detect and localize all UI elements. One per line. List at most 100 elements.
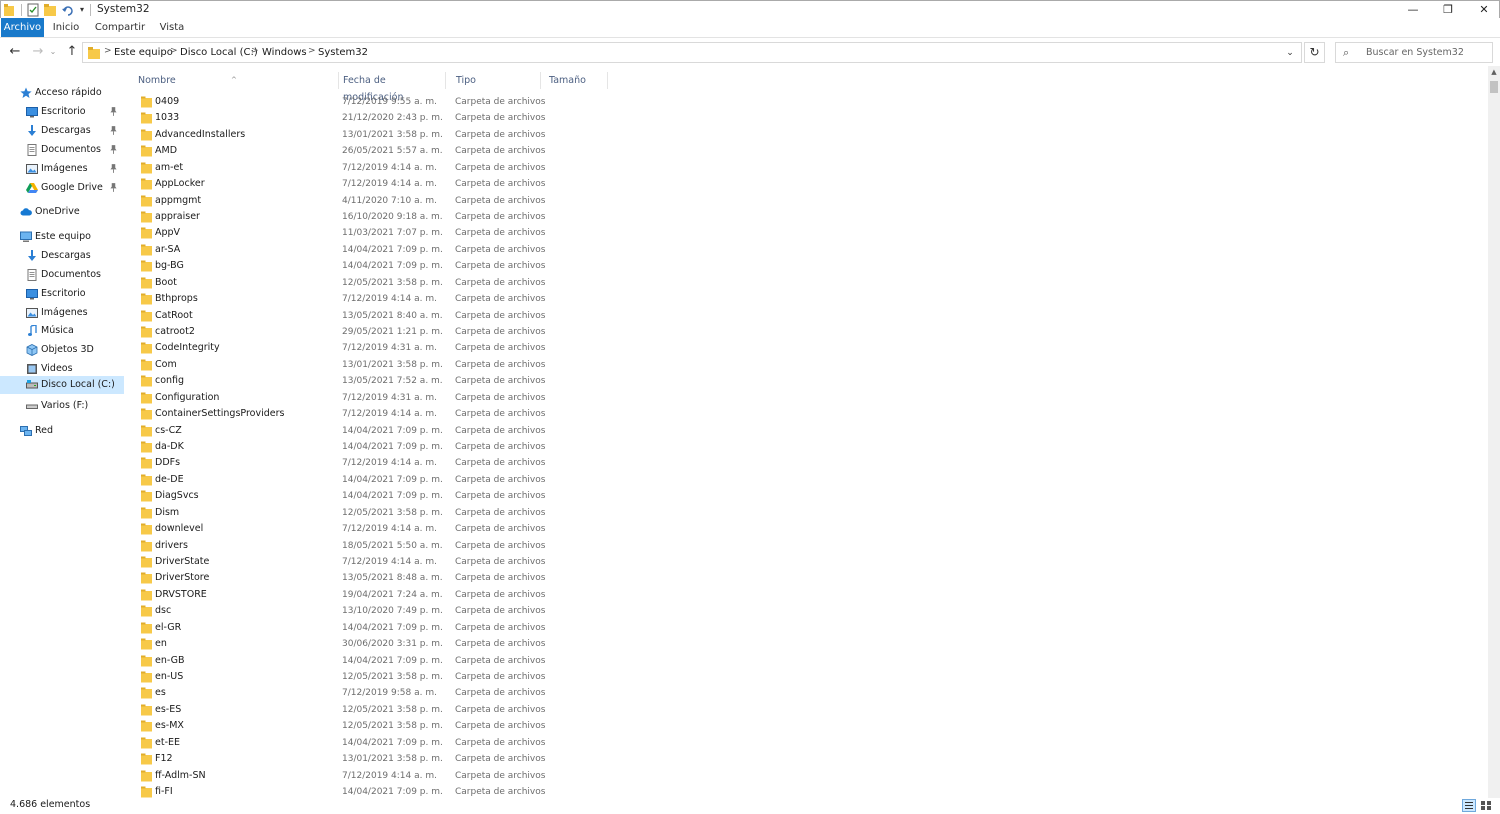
sidebar-item-descargas[interactable]: Descargas <box>0 122 124 140</box>
file-name: dsc <box>155 605 172 617</box>
scrollbar-thumb[interactable] <box>1490 81 1498 93</box>
sidebar-item-imágenes[interactable]: Imágenes <box>0 160 124 178</box>
sidebar-item-escritorio[interactable]: Escritorio <box>0 103 124 121</box>
breadcrumb-disco-local[interactable]: Disco Local (C:) <box>180 47 258 58</box>
table-row[interactable]: de-DE 14/04/2021 7:09 p. m. Carpeta de arc… <box>128 472 828 488</box>
sidebar-item-imágenes[interactable]: Imágenes <box>0 304 124 322</box>
sidebar-item-red[interactable]: Red <box>0 422 124 440</box>
table-row[interactable]: DriverState 7/12/2019 4:14 a. m. Carpeta d… <box>128 554 828 570</box>
table-row[interactable]: Configuration 7/12/2019 4:31 a. m. Carpeta… <box>128 390 828 406</box>
address-bar[interactable]: > Este equipo > Disco Local (C:) > Windo… <box>82 42 1302 63</box>
table-row[interactable]: Boot 12/05/2021 3:58 p. m. Carpeta de arch… <box>128 275 828 291</box>
close-button[interactable]: ✕ <box>1466 1 1500 19</box>
table-row[interactable]: appraiser 16/10/2020 9:18 a. m. Carpeta de… <box>128 209 828 225</box>
table-row[interactable]: et-EE 14/04/2021 7:09 p. m. Carpeta de arc… <box>128 735 828 751</box>
table-row[interactable]: Com 13/01/2021 3:58 p. m. Carpeta de archi… <box>128 357 828 373</box>
table-row[interactable]: en-US 12/05/2021 3:58 p. m. Carpeta de arc… <box>128 669 828 685</box>
table-row[interactable]: ff-Adlm-SN 7/12/2019 4:14 a. m. Carpeta de… <box>128 768 828 784</box>
breadcrumb-windows[interactable]: Windows <box>262 47 307 58</box>
column-header-type[interactable]: Tipo <box>446 72 540 89</box>
table-row[interactable]: ar-SA 14/04/2021 7:09 p. m. Carpeta de arc… <box>128 242 828 258</box>
forward-button[interactable]: → <box>29 43 47 61</box>
new-folder-icon[interactable] <box>44 3 56 17</box>
table-row[interactable]: config 13/05/2021 7:52 a. m. Carpeta de ar… <box>128 373 828 389</box>
maximize-button[interactable]: ❐ <box>1430 1 1466 19</box>
table-row[interactable]: downlevel 7/12/2019 4:14 a. m. Carpeta de … <box>128 521 828 537</box>
up-button[interactable]: ↑ <box>63 43 81 61</box>
pin-icon[interactable] <box>110 141 117 161</box>
table-row[interactable]: F12 13/01/2021 3:58 p. m. Carpeta de archi… <box>128 751 828 767</box>
search-input[interactable] <box>1366 45 1490 60</box>
chevron-down-icon[interactable]: ⌄ <box>1281 44 1299 62</box>
back-button[interactable]: ← <box>6 43 24 61</box>
table-row[interactable]: AppLocker 7/12/2019 4:14 a. m. Carpeta de … <box>128 176 828 192</box>
sidebar-item-google-drive[interactable]: Google Drive <box>0 179 124 197</box>
table-row[interactable]: ContainerSettingsProviders 7/12/2019 4:14… <box>128 406 828 422</box>
table-row[interactable]: AdvancedInstallers 13/01/2021 3:58 p. m. C… <box>128 127 828 143</box>
table-row[interactable]: 0409 7/12/2019 9:55 a. m. Carpeta de archi… <box>128 94 828 110</box>
table-row[interactable]: el-GR 14/04/2021 7:09 p. m. Carpeta de arc… <box>128 620 828 636</box>
table-row[interactable]: DriverStore 13/05/2021 8:48 a. m. Carpeta … <box>128 570 828 586</box>
sidebar-item-disco-local-c[interactable]: Disco Local (C:) <box>0 376 124 394</box>
table-row[interactable]: DRVSTORE 19/04/2021 7:24 a. m. Carpeta de … <box>128 587 828 603</box>
table-row[interactable]: am-et 7/12/2019 4:14 a. m. Carpeta de arch… <box>128 160 828 176</box>
table-row[interactable]: DiagSvcs 14/04/2021 7:09 p. m. Carpeta de … <box>128 488 828 504</box>
undo-icon[interactable] <box>62 3 74 17</box>
breadcrumb-este-equipo[interactable]: Este equipo <box>114 47 173 58</box>
table-row[interactable]: es-ES 12/05/2021 3:58 p. m. Carpeta de arc… <box>128 702 828 718</box>
table-row[interactable]: Bthprops 7/12/2019 4:14 a. m. Carpeta de a… <box>128 291 828 307</box>
table-row[interactable]: es-MX 12/05/2021 3:58 p. m. Carpeta de arc… <box>128 718 828 734</box>
sidebar-item-este-equipo[interactable]: Este equipo <box>0 228 124 246</box>
column-header-name[interactable]: Nombre ^ <box>128 72 338 89</box>
minimize-button[interactable]: — <box>1395 1 1431 19</box>
table-row[interactable]: AMD 26/05/2021 5:57 a. m. Carpeta de archi… <box>128 143 828 159</box>
large-icons-view-icon[interactable] <box>1479 799 1493 812</box>
sidebar-item-acceso-rápido[interactable]: Acceso rápido <box>0 84 124 102</box>
table-row[interactable]: bg-BG 14/04/2021 7:09 p. m. Carpeta de arc… <box>128 258 828 274</box>
table-row[interactable]: en-GB 14/04/2021 7:09 p. m. Carpeta de arc… <box>128 653 828 669</box>
sidebar-item-descargas[interactable]: Descargas <box>0 247 124 265</box>
table-row[interactable]: cs-CZ 14/04/2021 7:09 p. m. Carpeta de arc… <box>128 423 828 439</box>
pin-icon[interactable] <box>110 179 117 199</box>
customize-toolbar-icon[interactable]: ▾ <box>78 3 86 17</box>
tab-vista[interactable]: Vista <box>154 18 190 37</box>
column-divider[interactable] <box>607 72 608 89</box>
table-row[interactable]: Dism 12/05/2021 3:58 p. m. Carpeta de arch… <box>128 505 828 521</box>
pin-icon[interactable] <box>110 103 117 123</box>
scroll-up-icon[interactable]: ▲ <box>1488 66 1500 78</box>
breadcrumb-system32[interactable]: System32 <box>318 47 368 58</box>
sidebar-item-escritorio[interactable]: Escritorio <box>0 285 124 303</box>
refresh-button[interactable]: ↻ <box>1304 42 1325 63</box>
sidebar-item-música[interactable]: Música <box>0 322 124 340</box>
table-row[interactable]: AppV 11/03/2021 7:07 p. m. Carpeta de arch… <box>128 225 828 241</box>
sidebar-item-objetos-3d[interactable]: Objetos 3D <box>0 341 124 359</box>
table-row[interactable]: da-DK 14/04/2021 7:09 p. m. Carpeta de arc… <box>128 439 828 455</box>
table-row[interactable]: dsc 13/10/2020 7:49 p. m. Carpeta de archi… <box>128 603 828 619</box>
table-row[interactable]: catroot2 29/05/2021 1:21 p. m. Carpeta de … <box>128 324 828 340</box>
details-view-icon[interactable] <box>1462 799 1476 812</box>
tab-compartir[interactable]: Compartir <box>92 18 148 37</box>
pin-icon[interactable] <box>110 122 117 142</box>
file-name: am-et <box>155 161 184 173</box>
column-header-size[interactable]: Tamaño <box>539 72 607 89</box>
properties-icon[interactable] <box>27 3 39 17</box>
table-row[interactable]: CodeIntegrity 7/12/2019 4:31 a. m. Carpeta… <box>128 340 828 356</box>
table-row[interactable]: es 7/12/2019 9:58 a. m. Carpeta de archivo… <box>128 685 828 701</box>
column-header-date[interactable]: Fecha de modificación <box>333 72 445 103</box>
tab-archivo[interactable]: Archivo <box>1 18 44 37</box>
table-row[interactable]: DDFs 7/12/2019 4:14 a. m. Carpeta de archi… <box>128 455 828 471</box>
sidebar-item-onedrive[interactable]: OneDrive <box>0 203 124 221</box>
tab-inicio[interactable]: Inicio <box>48 18 84 37</box>
recent-locations-button[interactable]: ⌄ <box>48 43 58 61</box>
search-box[interactable]: ⌕ <box>1335 42 1493 63</box>
table-row[interactable]: en 30/06/2020 3:31 p. m. Carpeta de archiv… <box>128 636 828 652</box>
sidebar-item-documentos[interactable]: Documentos <box>0 266 124 284</box>
table-row[interactable]: appmgmt 4/11/2020 7:10 a. m. Carpeta de ar… <box>128 193 828 209</box>
sidebar-item-varios-f[interactable]: Varios (F:) <box>0 397 124 415</box>
table-row[interactable]: 1033 21/12/2020 2:43 p. m. Carpeta de arch… <box>128 110 828 126</box>
pin-icon[interactable] <box>110 160 117 180</box>
vertical-scrollbar[interactable]: ▲ <box>1488 66 1500 798</box>
table-row[interactable]: drivers 18/05/2021 5:50 a. m. Carpeta de a… <box>128 538 828 554</box>
sidebar-item-documentos[interactable]: Documentos <box>0 141 124 159</box>
table-row[interactable]: CatRoot 13/05/2021 8:40 a. m. Carpeta de a… <box>128 308 828 324</box>
